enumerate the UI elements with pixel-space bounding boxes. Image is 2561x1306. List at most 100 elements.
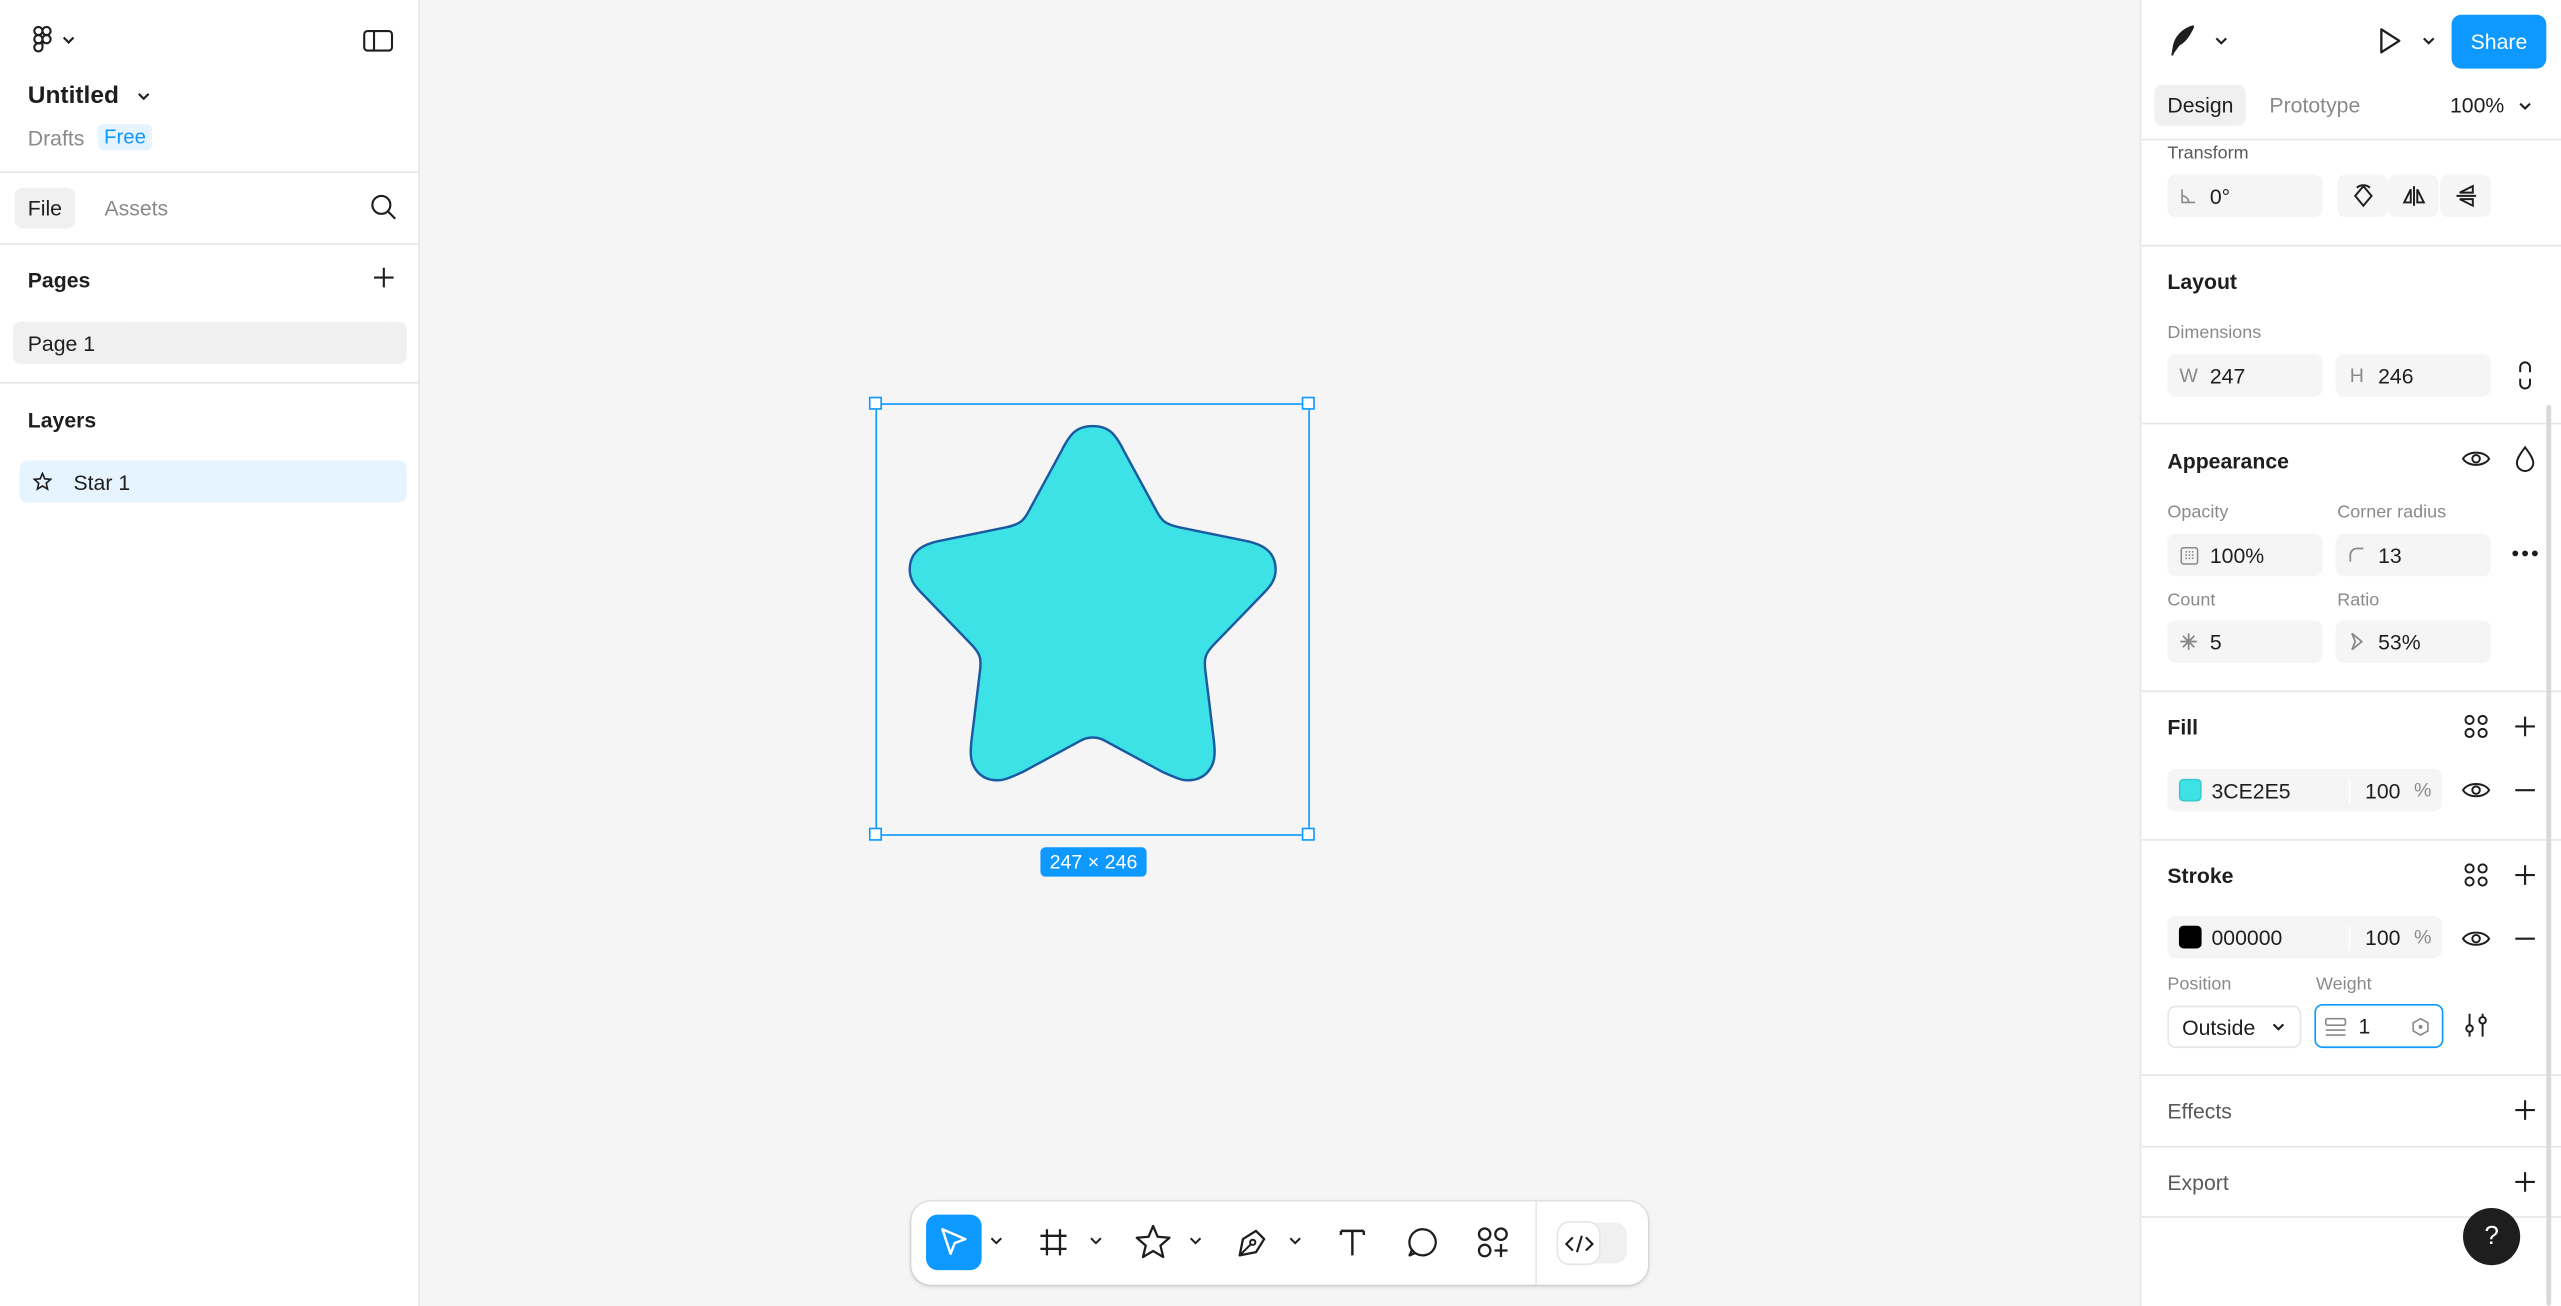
figma-logo-icon bbox=[33, 25, 75, 53]
count-label: Count bbox=[2167, 590, 2216, 611]
height-field[interactable]: H 246 bbox=[2335, 354, 2491, 397]
remove-fill-button[interactable] bbox=[2512, 777, 2538, 803]
drafts-link[interactable]: Drafts bbox=[28, 125, 85, 149]
stroke-weight-label: Weight bbox=[2316, 974, 2372, 995]
rotation-field[interactable]: 0° bbox=[2167, 174, 2323, 218]
sliders-icon bbox=[2465, 1013, 2487, 1037]
stroke-visibility-toggle[interactable] bbox=[2461, 926, 2491, 952]
constrain-proportions-button[interactable] bbox=[2514, 361, 2537, 390]
export-heading: Export bbox=[2167, 1170, 2229, 1195]
width-field[interactable]: W 247 bbox=[2167, 354, 2323, 397]
blend-mode-button[interactable] bbox=[2514, 444, 2537, 473]
tab-file[interactable]: File bbox=[14, 187, 76, 229]
eye-icon bbox=[2461, 451, 2491, 466]
fill-styles-button[interactable] bbox=[2463, 713, 2489, 739]
visibility-toggle[interactable] bbox=[2461, 446, 2491, 472]
height-value: 246 bbox=[2378, 363, 2414, 388]
opacity-field[interactable]: 100% bbox=[2167, 533, 2323, 577]
tab-prototype[interactable]: Prototype bbox=[2256, 85, 2373, 126]
chevron-down-icon[interactable] bbox=[1088, 1233, 1104, 1249]
share-button[interactable]: Share bbox=[2451, 14, 2547, 69]
add-stroke-button[interactable] bbox=[2512, 862, 2538, 888]
angle-icon bbox=[2167, 188, 2209, 204]
ratio-label: Ratio bbox=[2337, 590, 2380, 611]
play-icon bbox=[2380, 28, 2401, 54]
chevron-down-icon[interactable] bbox=[988, 1233, 1004, 1249]
corner-radius-field[interactable]: 13 bbox=[2335, 533, 2491, 577]
corner-radius-icon bbox=[2336, 547, 2378, 563]
zoom-dropdown[interactable]: 100% bbox=[2449, 93, 2534, 118]
pen-tool-button[interactable] bbox=[1225, 1215, 1281, 1271]
move-tool-button[interactable] bbox=[926, 1214, 982, 1271]
components-icon bbox=[1477, 1227, 1508, 1258]
add-page-button[interactable] bbox=[371, 264, 397, 290]
help-button[interactable]: ? bbox=[2463, 1208, 2521, 1266]
left-panel: Untitled Drafts Free File Assets Pages P bbox=[0, 0, 420, 1306]
shape-tool-button[interactable] bbox=[1125, 1215, 1181, 1271]
appearance-heading: Appearance bbox=[2167, 448, 2289, 474]
plus-icon bbox=[374, 267, 394, 288]
variable-icon[interactable] bbox=[2411, 1016, 2431, 1036]
tab-assets[interactable]: Assets bbox=[91, 188, 181, 229]
stroke-position-label: Position bbox=[2167, 974, 2232, 995]
search-button[interactable] bbox=[369, 193, 398, 222]
dev-mode-toggle[interactable] bbox=[1558, 1222, 1627, 1264]
panel-scrollbar[interactable] bbox=[2546, 404, 2552, 1306]
rotate-90-button[interactable] bbox=[2337, 174, 2388, 218]
layer-item-label: Star 1 bbox=[73, 469, 131, 494]
file-title-dropdown[interactable]: Untitled bbox=[28, 82, 152, 109]
count-field[interactable]: 5 bbox=[2167, 620, 2323, 663]
stroke-weight-value: 1 bbox=[2358, 1013, 2371, 1039]
resize-handle-top-right[interactable] bbox=[1301, 396, 1315, 410]
add-effect-button[interactable] bbox=[2512, 1097, 2538, 1123]
cursor-icon bbox=[941, 1228, 967, 1255]
link-icon bbox=[2519, 361, 2531, 390]
sidebar-toggle-button[interactable] bbox=[363, 28, 394, 54]
comment-icon bbox=[1408, 1228, 1437, 1257]
chevron-down-icon[interactable] bbox=[1287, 1233, 1303, 1249]
stroke-weight-input[interactable]: 1 bbox=[2314, 1003, 2444, 1049]
actions-button[interactable] bbox=[1465, 1215, 1521, 1271]
layer-item-star-1[interactable]: Star 1 bbox=[19, 460, 407, 503]
zoom-level: 100% bbox=[2449, 93, 2505, 118]
chevron-down-icon bbox=[137, 92, 150, 100]
flip-horizontal-button[interactable] bbox=[2387, 174, 2439, 218]
tab-design[interactable]: Design bbox=[2154, 84, 2247, 126]
present-button[interactable] bbox=[2375, 26, 2437, 55]
chevron-down-icon bbox=[2215, 37, 2227, 45]
ratio-field[interactable]: 53% bbox=[2335, 620, 2491, 663]
draw-mode-menu[interactable] bbox=[2167, 24, 2229, 57]
height-prefix: H bbox=[2349, 364, 2364, 387]
stroke-settings-button[interactable] bbox=[2463, 1012, 2489, 1038]
corner-radius-value: 13 bbox=[2378, 542, 2402, 568]
fill-color-swatch[interactable] bbox=[2178, 778, 2202, 802]
figma-menu-button[interactable] bbox=[29, 24, 81, 57]
flip-vertical-button[interactable] bbox=[2440, 174, 2491, 218]
remove-stroke-button[interactable] bbox=[2512, 926, 2538, 952]
text-tool-button[interactable] bbox=[1325, 1215, 1381, 1271]
quill-icon bbox=[2171, 25, 2195, 56]
more-options-button[interactable] bbox=[2510, 549, 2539, 559]
corner-radius-label: Corner radius bbox=[2337, 502, 2447, 523]
plan-badge: Free bbox=[97, 124, 153, 151]
stroke-color-field[interactable]: 000000 100 % bbox=[2167, 915, 2442, 959]
chevron-down-icon[interactable] bbox=[1187, 1233, 1203, 1249]
stroke-color-swatch[interactable] bbox=[2178, 925, 2202, 949]
add-export-button[interactable] bbox=[2512, 1169, 2538, 1195]
fill-visibility-toggle[interactable] bbox=[2461, 777, 2491, 803]
add-fill-button[interactable] bbox=[2512, 713, 2538, 739]
resize-handle-bottom-right[interactable] bbox=[1301, 827, 1315, 841]
resize-handle-top-left[interactable] bbox=[868, 396, 882, 410]
stroke-styles-button[interactable] bbox=[2463, 862, 2489, 888]
resize-handle-bottom-left[interactable] bbox=[868, 827, 882, 841]
frame-tool-button[interactable] bbox=[1026, 1215, 1082, 1271]
eye-icon bbox=[2461, 783, 2491, 798]
page-item-page-1[interactable]: Page 1 bbox=[13, 321, 407, 365]
stroke-position-select[interactable]: Outside bbox=[2167, 1005, 2302, 1049]
fill-heading: Fill bbox=[2167, 715, 2199, 740]
eye-icon bbox=[2461, 931, 2491, 946]
star-icon bbox=[1135, 1224, 1171, 1259]
comment-tool-button[interactable] bbox=[1395, 1215, 1451, 1271]
fill-color-field[interactable]: 3CE2E5 100 % bbox=[2167, 768, 2442, 812]
more-icon bbox=[2512, 550, 2538, 557]
